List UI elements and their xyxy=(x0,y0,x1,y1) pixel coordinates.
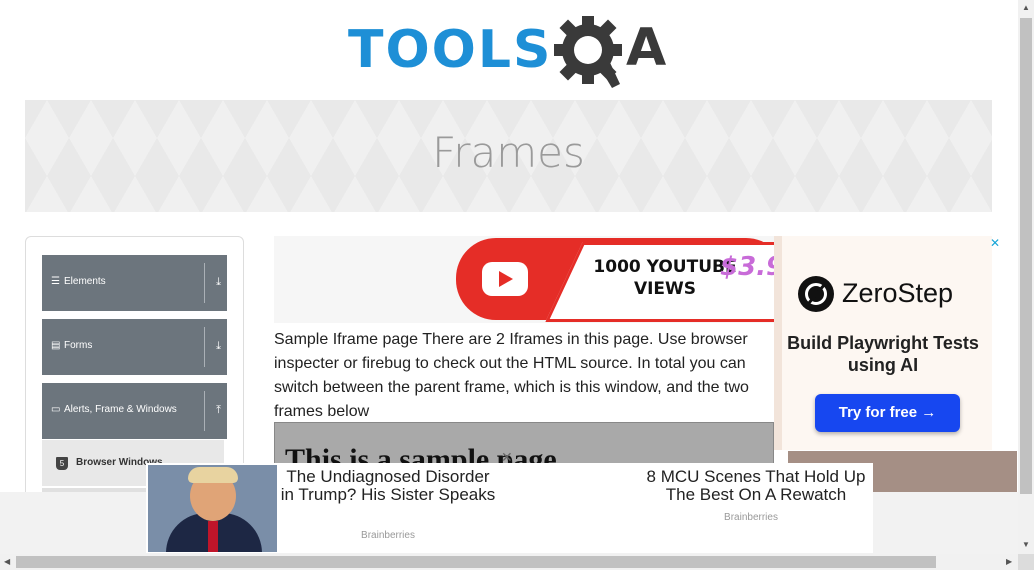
ad-photo xyxy=(148,465,277,552)
expand-icon[interactable]: ⤓ xyxy=(216,340,221,353)
horizontal-scrollbar[interactable]: ◀ ▶ xyxy=(0,554,1018,570)
scroll-down-icon[interactable]: ▼ xyxy=(1022,540,1030,549)
scroll-up-icon[interactable]: ▲ xyxy=(1022,3,1030,12)
sidebar-group-label: Forms xyxy=(64,340,93,351)
page-banner: Frames xyxy=(25,100,992,212)
expand-icon[interactable]: ⤓ xyxy=(216,276,221,289)
try-for-free-button[interactable]: Try for free → xyxy=(815,394,960,432)
ad-headline-2[interactable]: 8 MCU Scenes That Hold Up The Best On A … xyxy=(640,468,872,504)
sidebar-group-label: Alerts, Frame & Windows xyxy=(64,404,177,415)
scrollbar-corner xyxy=(1018,554,1034,570)
vertical-scroll-thumb[interactable] xyxy=(1020,18,1032,494)
play-triangle-icon xyxy=(499,271,513,287)
zerostep-logo-icon xyxy=(798,276,834,312)
ad-source-1: Brainberries xyxy=(361,530,415,541)
sidebar-group-elements[interactable]: ☰ Elements ⤓ xyxy=(42,255,227,311)
divider xyxy=(204,327,205,367)
ad-close-icon[interactable]: ✕ xyxy=(990,236,1000,250)
horizontal-scroll-thumb[interactable] xyxy=(16,556,936,568)
scroll-left-icon[interactable]: ◀ xyxy=(4,557,10,566)
ad-headline-1[interactable]: The Undiagnosed Disorder in Trump? His S… xyxy=(280,468,496,504)
sidebar-group-forms[interactable]: ▤ Forms ⤓ xyxy=(42,319,227,375)
logo-text-tools: TOOLS xyxy=(348,20,553,80)
ad-edge xyxy=(774,236,782,450)
list-icon: ▤ xyxy=(51,340,61,351)
page-title: Frames xyxy=(432,128,585,177)
sidebar-group-alerts-frame-windows[interactable]: ▭ Alerts, Frame & Windows ⤒ xyxy=(42,383,227,439)
ad-brand: ZeroStep xyxy=(842,278,954,308)
divider xyxy=(204,391,205,431)
window-icon: ▭ xyxy=(51,404,61,415)
sidebar-group-label: Elements xyxy=(64,276,106,287)
iframe-frame1[interactable]: This is a sample page ✕ xyxy=(274,422,774,468)
ad-source-2: Brainberries xyxy=(724,512,778,523)
collapse-icon[interactable]: ⤒ xyxy=(216,404,221,417)
gear-icon xyxy=(554,16,622,88)
ad-headline: 1000 YOUTUBE VIEWS xyxy=(593,257,737,299)
zerostep-ad[interactable]: ZeroStep Build Playwright Tests using AI… xyxy=(774,236,992,450)
ad-description: Build Playwright Tests using AI xyxy=(787,333,979,375)
hamburger-icon: ☰ xyxy=(51,276,60,287)
frames-description: Sample Iframe page There are 2 Iframes i… xyxy=(274,331,749,420)
logo-text-qa: A xyxy=(626,18,667,78)
bottom-ad[interactable]: The Undiagnosed Disorder in Trump? His S… xyxy=(146,463,873,553)
html5-icon: 5 xyxy=(56,457,68,470)
divider xyxy=(204,263,205,303)
ad-price: $3.9 xyxy=(720,252,774,282)
toolsqa-logo[interactable]: TOOLS A xyxy=(348,14,678,90)
youtube-views-ad[interactable]: 1000 YOUTUBE VIEWS $3.9 xyxy=(274,236,774,323)
vertical-scrollbar[interactable]: ▲ ▼ xyxy=(1018,0,1034,554)
scroll-right-icon[interactable]: ▶ xyxy=(1006,557,1012,566)
